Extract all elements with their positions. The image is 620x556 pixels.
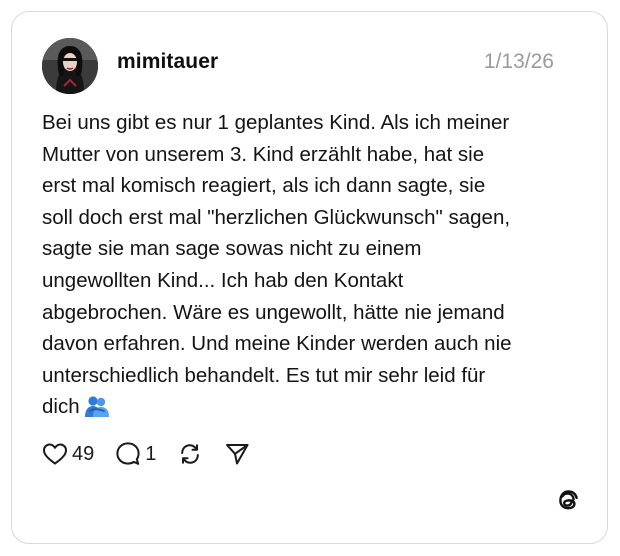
comment-icon [115, 441, 141, 467]
post-card: mimitauer 1/13/26 Bei uns gibt es nur 1 … [11, 11, 608, 544]
action-bar: 49 1 [42, 440, 271, 468]
reply-count: 1 [145, 442, 157, 465]
avatar[interactable] [42, 38, 98, 94]
reply-button[interactable]: 1 [115, 441, 156, 467]
heart-icon [42, 442, 68, 466]
threads-logo-icon[interactable] [555, 488, 581, 514]
post-date: 1/13/26 [483, 50, 554, 73]
like-count: 49 [72, 442, 95, 465]
post-text: Bei uns gibt es nur 1 geplantes Kind. Al… [42, 107, 577, 427]
send-icon [224, 441, 250, 467]
people-hugging-emoji [84, 395, 110, 427]
repost-button[interactable] [177, 441, 203, 467]
post-text-content: Bei uns gibt es nur 1 geplantes Kind. Al… [42, 111, 512, 419]
share-button[interactable] [224, 441, 250, 467]
repost-icon [177, 441, 203, 467]
username[interactable]: mimitauer [117, 50, 218, 74]
like-button[interactable]: 49 [42, 442, 94, 466]
